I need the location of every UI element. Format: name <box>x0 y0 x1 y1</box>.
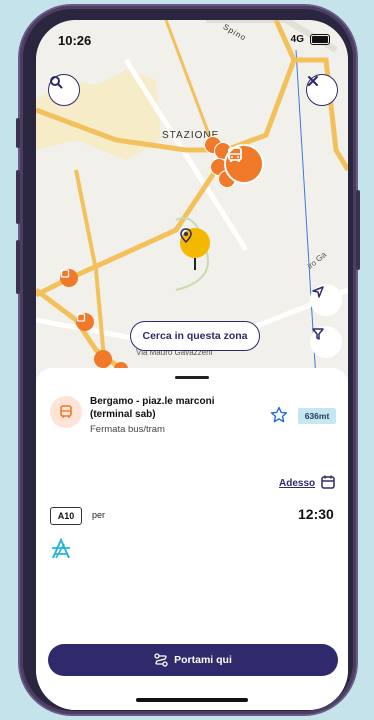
departure-time: 12:30 <box>298 506 334 522</box>
battery-icon <box>310 34 330 45</box>
bus-icon <box>60 405 72 418</box>
bus-stop-cluster-marker[interactable] <box>224 144 264 184</box>
operator-logo-icon <box>52 538 70 559</box>
pin-stem <box>194 258 196 270</box>
app-screen: 10:26 4G Spino STAZIONE iro Ga Via Mauro… <box>36 20 348 710</box>
calendar-icon[interactable] <box>320 474 336 490</box>
route-icon <box>154 653 168 667</box>
bus-icon <box>228 147 242 162</box>
take-me-there-label: Portami qui <box>174 654 232 666</box>
signal-icon <box>36 20 50 29</box>
search-this-area-button[interactable]: Cerca in questa zona <box>130 321 260 351</box>
bus-stop-marker[interactable] <box>60 269 78 287</box>
status-network: 4G <box>290 34 304 45</box>
search-button[interactable] <box>48 74 80 106</box>
bus-icon <box>76 313 86 322</box>
close-icon <box>308 76 318 86</box>
stop-name: Bergamo - piaz.le marconi (terminal sab) <box>90 396 215 420</box>
bus-icon <box>60 269 70 278</box>
phone-side-button <box>356 190 360 270</box>
navigation-arrow-icon <box>312 286 324 298</box>
stop-type: Fermata bus/tram <box>90 424 165 435</box>
filter-icon <box>312 328 324 340</box>
filter-button[interactable] <box>310 326 342 358</box>
search-icon <box>50 76 63 89</box>
stop-detail-sheet: Bergamo - piaz.le marconi (terminal sab)… <box>36 368 348 710</box>
phone-side-button <box>16 170 20 224</box>
locate-me-button[interactable] <box>310 284 342 316</box>
stop-type-badge <box>50 396 82 428</box>
map-view[interactable]: 10:26 4G Spino STAZIONE iro Ga Via Mauro… <box>36 20 348 380</box>
take-me-there-button[interactable]: Portami qui <box>48 644 338 676</box>
departure-time-selector[interactable]: Adesso <box>279 478 315 489</box>
line-badge: A10 <box>50 507 82 525</box>
bus-stop-marker[interactable] <box>94 350 112 368</box>
status-time: 10:26 <box>58 33 92 48</box>
direction-label: per <box>92 510 106 520</box>
distance-badge: 636mt <box>298 408 336 424</box>
selected-location-pin[interactable] <box>180 228 210 258</box>
star-icon[interactable] <box>270 406 288 424</box>
sheet-drag-handle[interactable] <box>175 376 209 379</box>
home-indicator[interactable] <box>136 698 248 702</box>
close-button[interactable] <box>306 74 338 106</box>
map-road-secondary <box>164 20 213 141</box>
phone-side-button <box>16 118 20 148</box>
location-pin-icon <box>180 228 192 244</box>
bus-stop-marker[interactable] <box>76 313 94 331</box>
phone-side-button <box>16 240 20 294</box>
